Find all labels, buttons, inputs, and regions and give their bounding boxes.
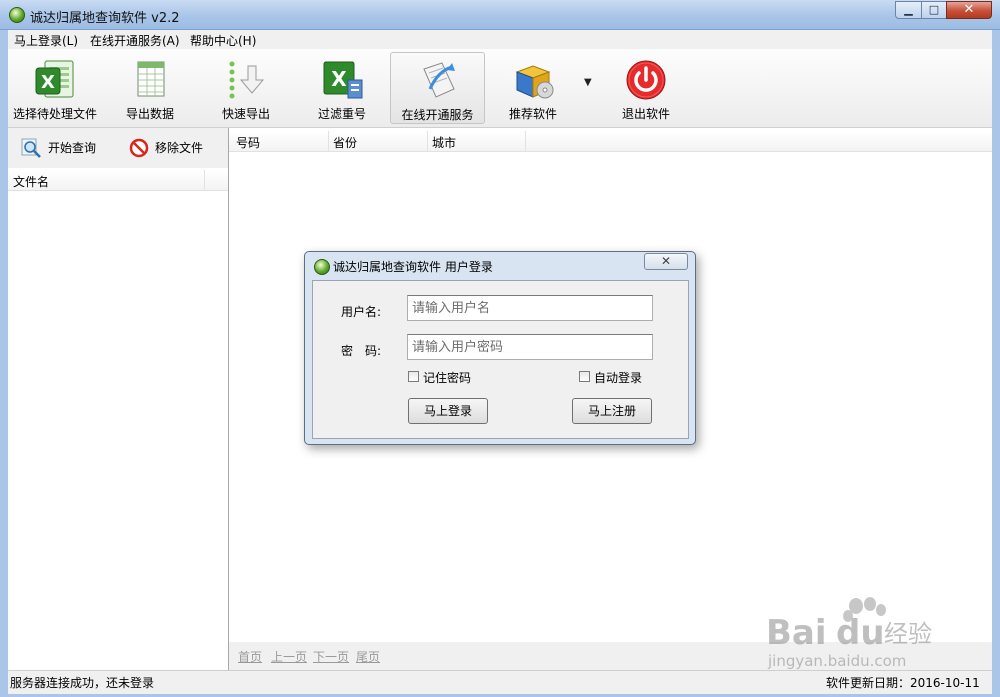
- start-query-label: 开始查询: [48, 141, 97, 155]
- svg-text:X: X: [331, 67, 347, 91]
- username-input[interactable]: [407, 295, 653, 321]
- watermark-brand: Bai: [766, 613, 827, 653]
- recommended-software-button[interactable]: 推荐软件: [503, 52, 563, 124]
- auto-login-label: 自动登录: [594, 371, 643, 385]
- power-icon: [626, 60, 666, 100]
- next-page-link[interactable]: 下一页: [313, 648, 349, 665]
- file-panel-toolbar: 开始查询 移除文件: [8, 128, 228, 168]
- online-service-button[interactable]: 在线开通服务: [390, 52, 485, 124]
- column-divider: [328, 131, 329, 151]
- no-entry-icon: [129, 138, 149, 158]
- column-city[interactable]: 城市: [432, 134, 456, 151]
- app-logo-icon: [314, 259, 330, 275]
- watermark-cn: 经验: [884, 620, 932, 648]
- quick-export-button[interactable]: 快速导出: [214, 52, 278, 124]
- app-logo-icon: [9, 7, 25, 23]
- baidu-jingyan-watermark: Bai du 经验 jingyan.baidu.com: [766, 597, 932, 670]
- menu-online-service[interactable]: 在线开通服务(A): [90, 32, 180, 49]
- quick-export-arrow-icon: [229, 61, 265, 99]
- online-service-icon: [422, 62, 455, 98]
- export-data-button[interactable]: 导出数据: [116, 52, 184, 124]
- svg-text:X: X: [41, 72, 55, 93]
- remember-password-checkbox[interactable]: [408, 371, 419, 382]
- login-dialog: 诚达归属地查询软件 用户登录 ✕ 用户名: 密 码: 记住密码 自动登录 马上登…: [304, 251, 696, 445]
- filter-duplicates-button[interactable]: X 过滤重号: [308, 52, 376, 124]
- software-box-icon: [515, 65, 554, 99]
- file-name-column: 文件名: [13, 175, 50, 189]
- select-file-button[interactable]: X 选择待处理文件: [8, 52, 102, 124]
- password-input[interactable]: [407, 334, 653, 360]
- recommended-software-label: 推荐软件: [508, 107, 557, 121]
- column-divider: [525, 131, 526, 151]
- password-label: 密 码:: [341, 344, 382, 358]
- menu-login[interactable]: 马上登录(L): [14, 32, 78, 49]
- status-bar: 服务器连接成功，还未登录 软件更新日期：2016-10-11: [8, 670, 992, 694]
- start-query-button[interactable]: 开始查询: [20, 135, 100, 161]
- column-province[interactable]: 省份: [333, 134, 357, 151]
- login-button[interactable]: 马上登录: [408, 398, 488, 424]
- title-bar[interactable]: 诚达归属地查询软件 v2.2 ▁ □ ✕: [0, 0, 1000, 30]
- minimize-button[interactable]: ▁: [895, 1, 922, 19]
- dropdown-arrow-icon[interactable]: ▼: [584, 77, 592, 88]
- column-divider: [204, 170, 205, 190]
- file-panel: 开始查询 移除文件 文件名: [8, 128, 229, 670]
- remove-file-button[interactable]: 移除文件: [128, 135, 208, 161]
- quick-export-label: 快速导出: [221, 107, 270, 121]
- dialog-close-button[interactable]: ✕: [644, 253, 688, 270]
- update-date: 软件更新日期：2016-10-11: [826, 676, 980, 690]
- login-form: 用户名: 密 码: 记住密码 自动登录 马上登录 马上注册: [312, 280, 689, 439]
- register-button[interactable]: 马上注册: [572, 398, 652, 424]
- first-page-link[interactable]: 首页: [238, 648, 262, 665]
- magnifier-icon: [21, 138, 41, 158]
- toolbar: X 选择待处理文件 导出数据 快速导出 X 过滤重号 在线开通服务 推荐软件 ▼…: [8, 49, 992, 128]
- maximize-button[interactable]: □: [921, 1, 947, 19]
- spreadsheet-export-icon: [137, 61, 165, 97]
- menu-help[interactable]: 帮助中心(H): [190, 32, 256, 49]
- online-service-label: 在线开通服务: [401, 108, 474, 122]
- watermark-url: jingyan.baidu.com: [767, 652, 906, 670]
- close-button[interactable]: ✕: [946, 1, 992, 19]
- prev-page-link[interactable]: 上一页: [271, 648, 307, 665]
- excel-open-icon: X: [35, 60, 74, 98]
- login-dialog-title: 诚达归属地查询软件 用户登录: [333, 260, 493, 274]
- watermark-brand-suffix: du: [836, 613, 885, 653]
- username-label: 用户名:: [341, 305, 382, 319]
- excel-filter-icon: X: [323, 61, 363, 99]
- file-list-header[interactable]: 文件名: [8, 170, 228, 191]
- export-data-label: 导出数据: [125, 107, 174, 121]
- last-page-link[interactable]: 尾页: [356, 648, 380, 665]
- exit-software-label: 退出软件: [621, 107, 670, 121]
- connection-status: 服务器连接成功，还未登录: [10, 676, 155, 690]
- window-frame-right: [992, 30, 1000, 697]
- exit-software-button[interactable]: 退出软件: [613, 52, 679, 124]
- column-divider: [427, 131, 428, 151]
- column-number[interactable]: 号码: [236, 134, 260, 151]
- filter-duplicates-label: 过滤重号: [317, 107, 366, 121]
- auto-login-checkbox[interactable]: [579, 371, 590, 382]
- window-title: 诚达归属地查询软件 v2.2: [30, 11, 180, 26]
- result-grid-header: 号码 省份 城市: [229, 131, 992, 152]
- select-file-label: 选择待处理文件: [12, 107, 97, 121]
- menu-bar: 马上登录(L) 在线开通服务(A) 帮助中心(H): [8, 30, 992, 50]
- window-frame-left: [0, 30, 8, 697]
- remember-password-label: 记住密码: [423, 371, 472, 385]
- remove-file-label: 移除文件: [155, 141, 204, 155]
